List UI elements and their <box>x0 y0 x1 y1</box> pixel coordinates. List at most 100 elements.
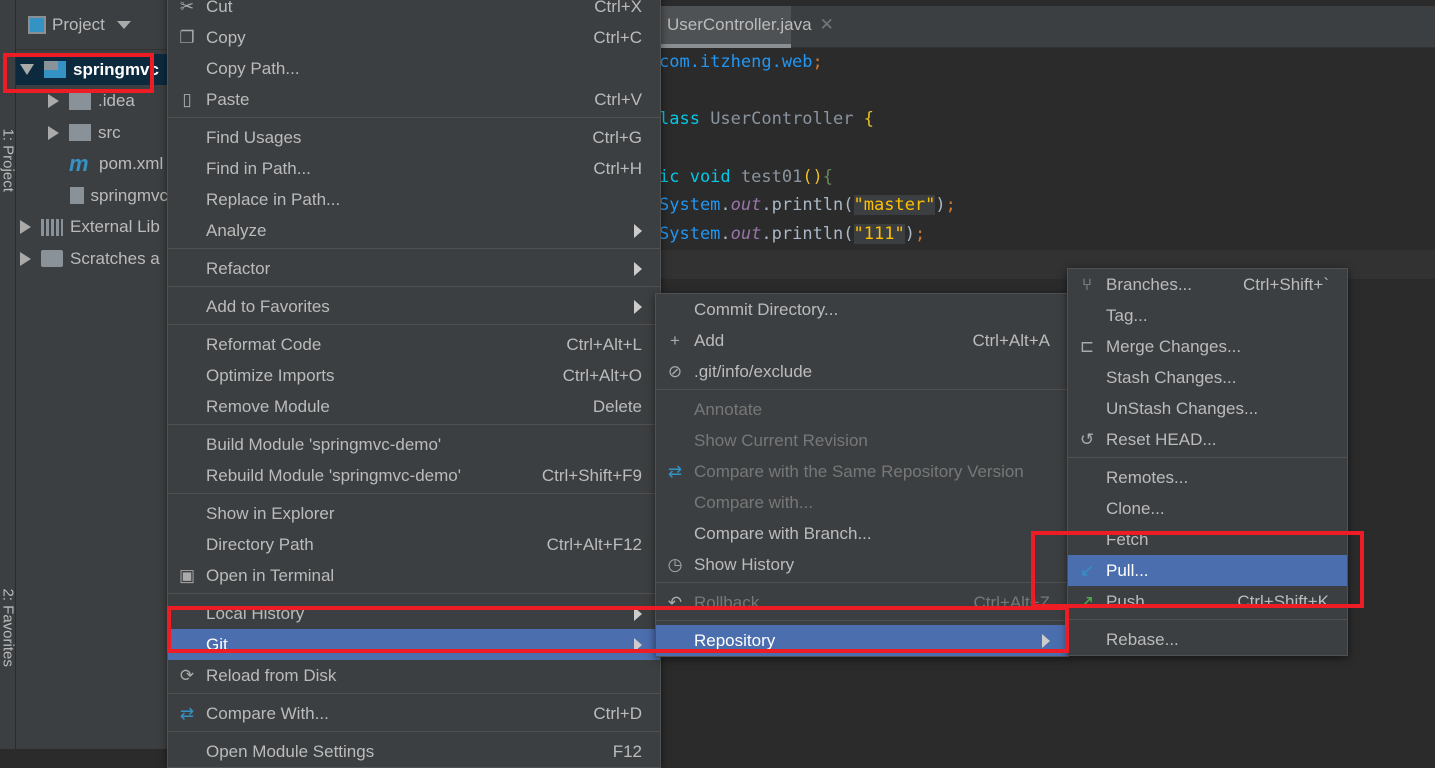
menu-item-label: Add to Favorites <box>206 296 330 316</box>
code-line: com.itzheng.web; <box>655 48 1435 77</box>
menu-item-fetch[interactable]: Fetch <box>1068 524 1347 555</box>
tree-item[interactable]: m pom.xml <box>16 149 168 180</box>
tree-item[interactable]: springmvc <box>16 54 168 85</box>
close-icon[interactable]: ✕ <box>820 15 834 35</box>
menu-item-git[interactable]: Git <box>168 629 660 660</box>
project-panel-title: Project <box>52 14 105 34</box>
compare-icon: ⇄ <box>667 462 683 481</box>
menu-item-label: Open in Terminal <box>206 565 335 585</box>
code-token: . <box>720 195 731 216</box>
menu-item-commit-directory[interactable]: Commit Directory... <box>656 294 1068 325</box>
menu-item-rollback[interactable]: ↶ Rollback Ctrl+Alt+Z <box>656 587 1068 618</box>
submenu-arrow-icon <box>1042 633 1050 648</box>
menu-item-copy[interactable]: ❐ Copy Ctrl+C <box>168 22 660 53</box>
menu-item-cut[interactable]: ✂ Cut Ctrl+X <box>168 0 660 22</box>
cut-icon: ✂ <box>179 0 195 16</box>
menu-item-show-current-revision[interactable]: Show Current Revision <box>656 425 1068 456</box>
menu-item-label: Reformat Code <box>206 334 322 354</box>
menu-item-refactor[interactable]: Refactor <box>168 253 660 284</box>
menu-item-repository[interactable]: Repository <box>656 625 1068 656</box>
expanded-arrow-icon[interactable] <box>20 64 34 75</box>
menu-item-unstash-changes[interactable]: UnStash Changes... <box>1068 393 1347 424</box>
menu-item-optimize-imports[interactable]: Optimize Imports Ctrl+Alt+O <box>168 360 660 391</box>
menu-item-paste[interactable]: ▯ Paste Ctrl+V <box>168 84 660 115</box>
history-icon: ◷ <box>667 555 683 574</box>
menu-item-local-history[interactable]: Local History <box>168 598 660 629</box>
menu-item-reload-from-disk[interactable]: ⟳ Reload from Disk <box>168 660 660 691</box>
menu-item-copy-path[interactable]: Copy Path... <box>168 53 660 84</box>
chevron-down-icon[interactable] <box>116 20 131 29</box>
code-token: ; <box>914 224 926 245</box>
menu-item-annotate[interactable]: Annotate <box>656 394 1068 425</box>
menu-item-add-to-favorites[interactable]: Add to Favorites <box>168 291 660 322</box>
menu-item-compare-with-the-same-repository-version[interactable]: ⇄ Compare with the Same Repository Versio… <box>656 456 1068 487</box>
shortcut-label: Ctrl+Alt+O <box>562 365 642 385</box>
tree-item[interactable]: External Lib <box>16 212 168 243</box>
menu-item-label: Rollback <box>694 592 760 612</box>
menu-item-rebase[interactable]: Rebase... <box>1068 624 1347 655</box>
menu-item-merge-changes[interactable]: ⊏ Merge Changes... <box>1068 331 1347 362</box>
menu-item-label: Tag... <box>1106 305 1148 325</box>
menu-item-label: Build Module 'springmvc-demo' <box>206 434 442 454</box>
menu-item-tag[interactable]: Tag... <box>1068 300 1347 331</box>
menu-item-stash-changes[interactable]: Stash Changes... <box>1068 362 1347 393</box>
collapsed-arrow-icon[interactable] <box>48 125 59 140</box>
shortcut-label: Ctrl+Shift+F9 <box>541 465 642 485</box>
menu-item-replace-in-path[interactable]: Replace in Path... <box>168 184 660 215</box>
favorites-tool-tab[interactable]: 2: Favorites <box>0 589 17 667</box>
menu-item-label: Compare with the Same Repository Version <box>694 461 1024 481</box>
menu-item-reformat-code[interactable]: Reformat Code Ctrl+Alt+L <box>168 329 660 360</box>
menu-item-analyze[interactable]: Analyze <box>168 215 660 246</box>
menu-item-remotes[interactable]: Remotes... <box>1068 462 1347 493</box>
submenu-arrow-icon <box>634 223 642 238</box>
menu-item-find-usages[interactable]: Find Usages Ctrl+G <box>168 122 660 153</box>
menu-item-label: Compare with Branch... <box>694 523 872 543</box>
tree-item[interactable]: .idea <box>16 86 168 117</box>
menu-item-label: Show in Explorer <box>206 503 335 523</box>
tree-item[interactable]: src <box>16 117 168 148</box>
shortcut-label: Ctrl+Alt+L <box>566 334 642 354</box>
menu-item-compare-with-branch[interactable]: Compare with Branch... <box>656 518 1068 549</box>
menu-item-label: Fetch <box>1106 529 1149 549</box>
collapsed-arrow-icon[interactable] <box>20 251 31 266</box>
menu-item-clone[interactable]: Clone... <box>1068 493 1347 524</box>
menu-item-label: Refactor <box>206 258 271 278</box>
menu-item-label: Stash Changes... <box>1106 367 1237 387</box>
project-tool-tab[interactable]: 1: Project <box>0 129 17 192</box>
project-panel-header[interactable]: Project <box>16 0 168 50</box>
paste-icon: ▯ <box>182 90 192 109</box>
menu-item-directory-path[interactable]: Directory Path Ctrl+Alt+F12 <box>168 529 660 560</box>
maven-icon: m <box>69 151 89 176</box>
code-editor[interactable]: com.itzheng.web; lass UserController { i… <box>655 48 1435 249</box>
shortcut-label: Ctrl+G <box>592 127 642 147</box>
menu-item-open-module-settings[interactable]: Open Module Settings F12 <box>168 736 660 767</box>
tree-item[interactable]: springmvc <box>16 180 168 211</box>
menu-item-find-in-path[interactable]: Find in Path... Ctrl+H <box>168 153 660 184</box>
repository-submenu: ⑂ Branches... Ctrl+Shift+` Tag... ⊏ Merge Cha… <box>1067 268 1348 656</box>
tree-item[interactable]: Scratches a <box>16 243 168 274</box>
scratches-icon <box>41 250 63 267</box>
collapsed-arrow-icon[interactable] <box>48 94 59 108</box>
tab-usercontroller[interactable]: UserController.java ✕ <box>661 6 834 48</box>
plus-icon: + <box>670 331 680 350</box>
menu-item-push[interactable]: ↗ Push Ctrl+Shift+K <box>1068 586 1347 617</box>
menu-item-reset-head[interactable]: ↺ Reset HEAD... <box>1068 424 1347 455</box>
menu-item-label: Replace in Path... <box>206 189 341 209</box>
menu-item-open-in-terminal[interactable]: ▣ Open in Terminal <box>168 560 660 591</box>
menu-item-rebuild-module-springmvc-demo[interactable]: Rebuild Module 'springmvc-demo' Ctrl+Shif… <box>168 460 660 491</box>
menu-item-show-in-explorer[interactable]: Show in Explorer <box>168 498 660 529</box>
branch-icon: ⑂ <box>1081 275 1093 294</box>
menu-item-add[interactable]: + Add Ctrl+Alt+A <box>656 325 1068 356</box>
menu-item-label: Git <box>206 634 228 654</box>
menu-item-show-history[interactable]: ◷ Show History <box>656 549 1068 580</box>
menu-item-label: Push <box>1106 591 1145 611</box>
menu-item-compare-with[interactable]: ⇄ Compare With... Ctrl+D <box>168 698 660 729</box>
menu-item-compare-with[interactable]: Compare with... <box>656 487 1068 518</box>
menu-item-build-module-springmvc-demo[interactable]: Build Module 'springmvc-demo' <box>168 429 660 460</box>
menu-item-remove-module[interactable]: Remove Module Delete <box>168 391 660 422</box>
collapsed-arrow-icon[interactable] <box>20 220 31 234</box>
rollback-icon: ↶ <box>667 593 683 612</box>
menu-item-git-info-exclude[interactable]: ⊘ .git/info/exclude <box>656 356 1068 387</box>
menu-item-pull[interactable]: ↙ Pull... <box>1068 555 1347 586</box>
menu-item-branches[interactable]: ⑂ Branches... Ctrl+Shift+` <box>1068 269 1347 300</box>
